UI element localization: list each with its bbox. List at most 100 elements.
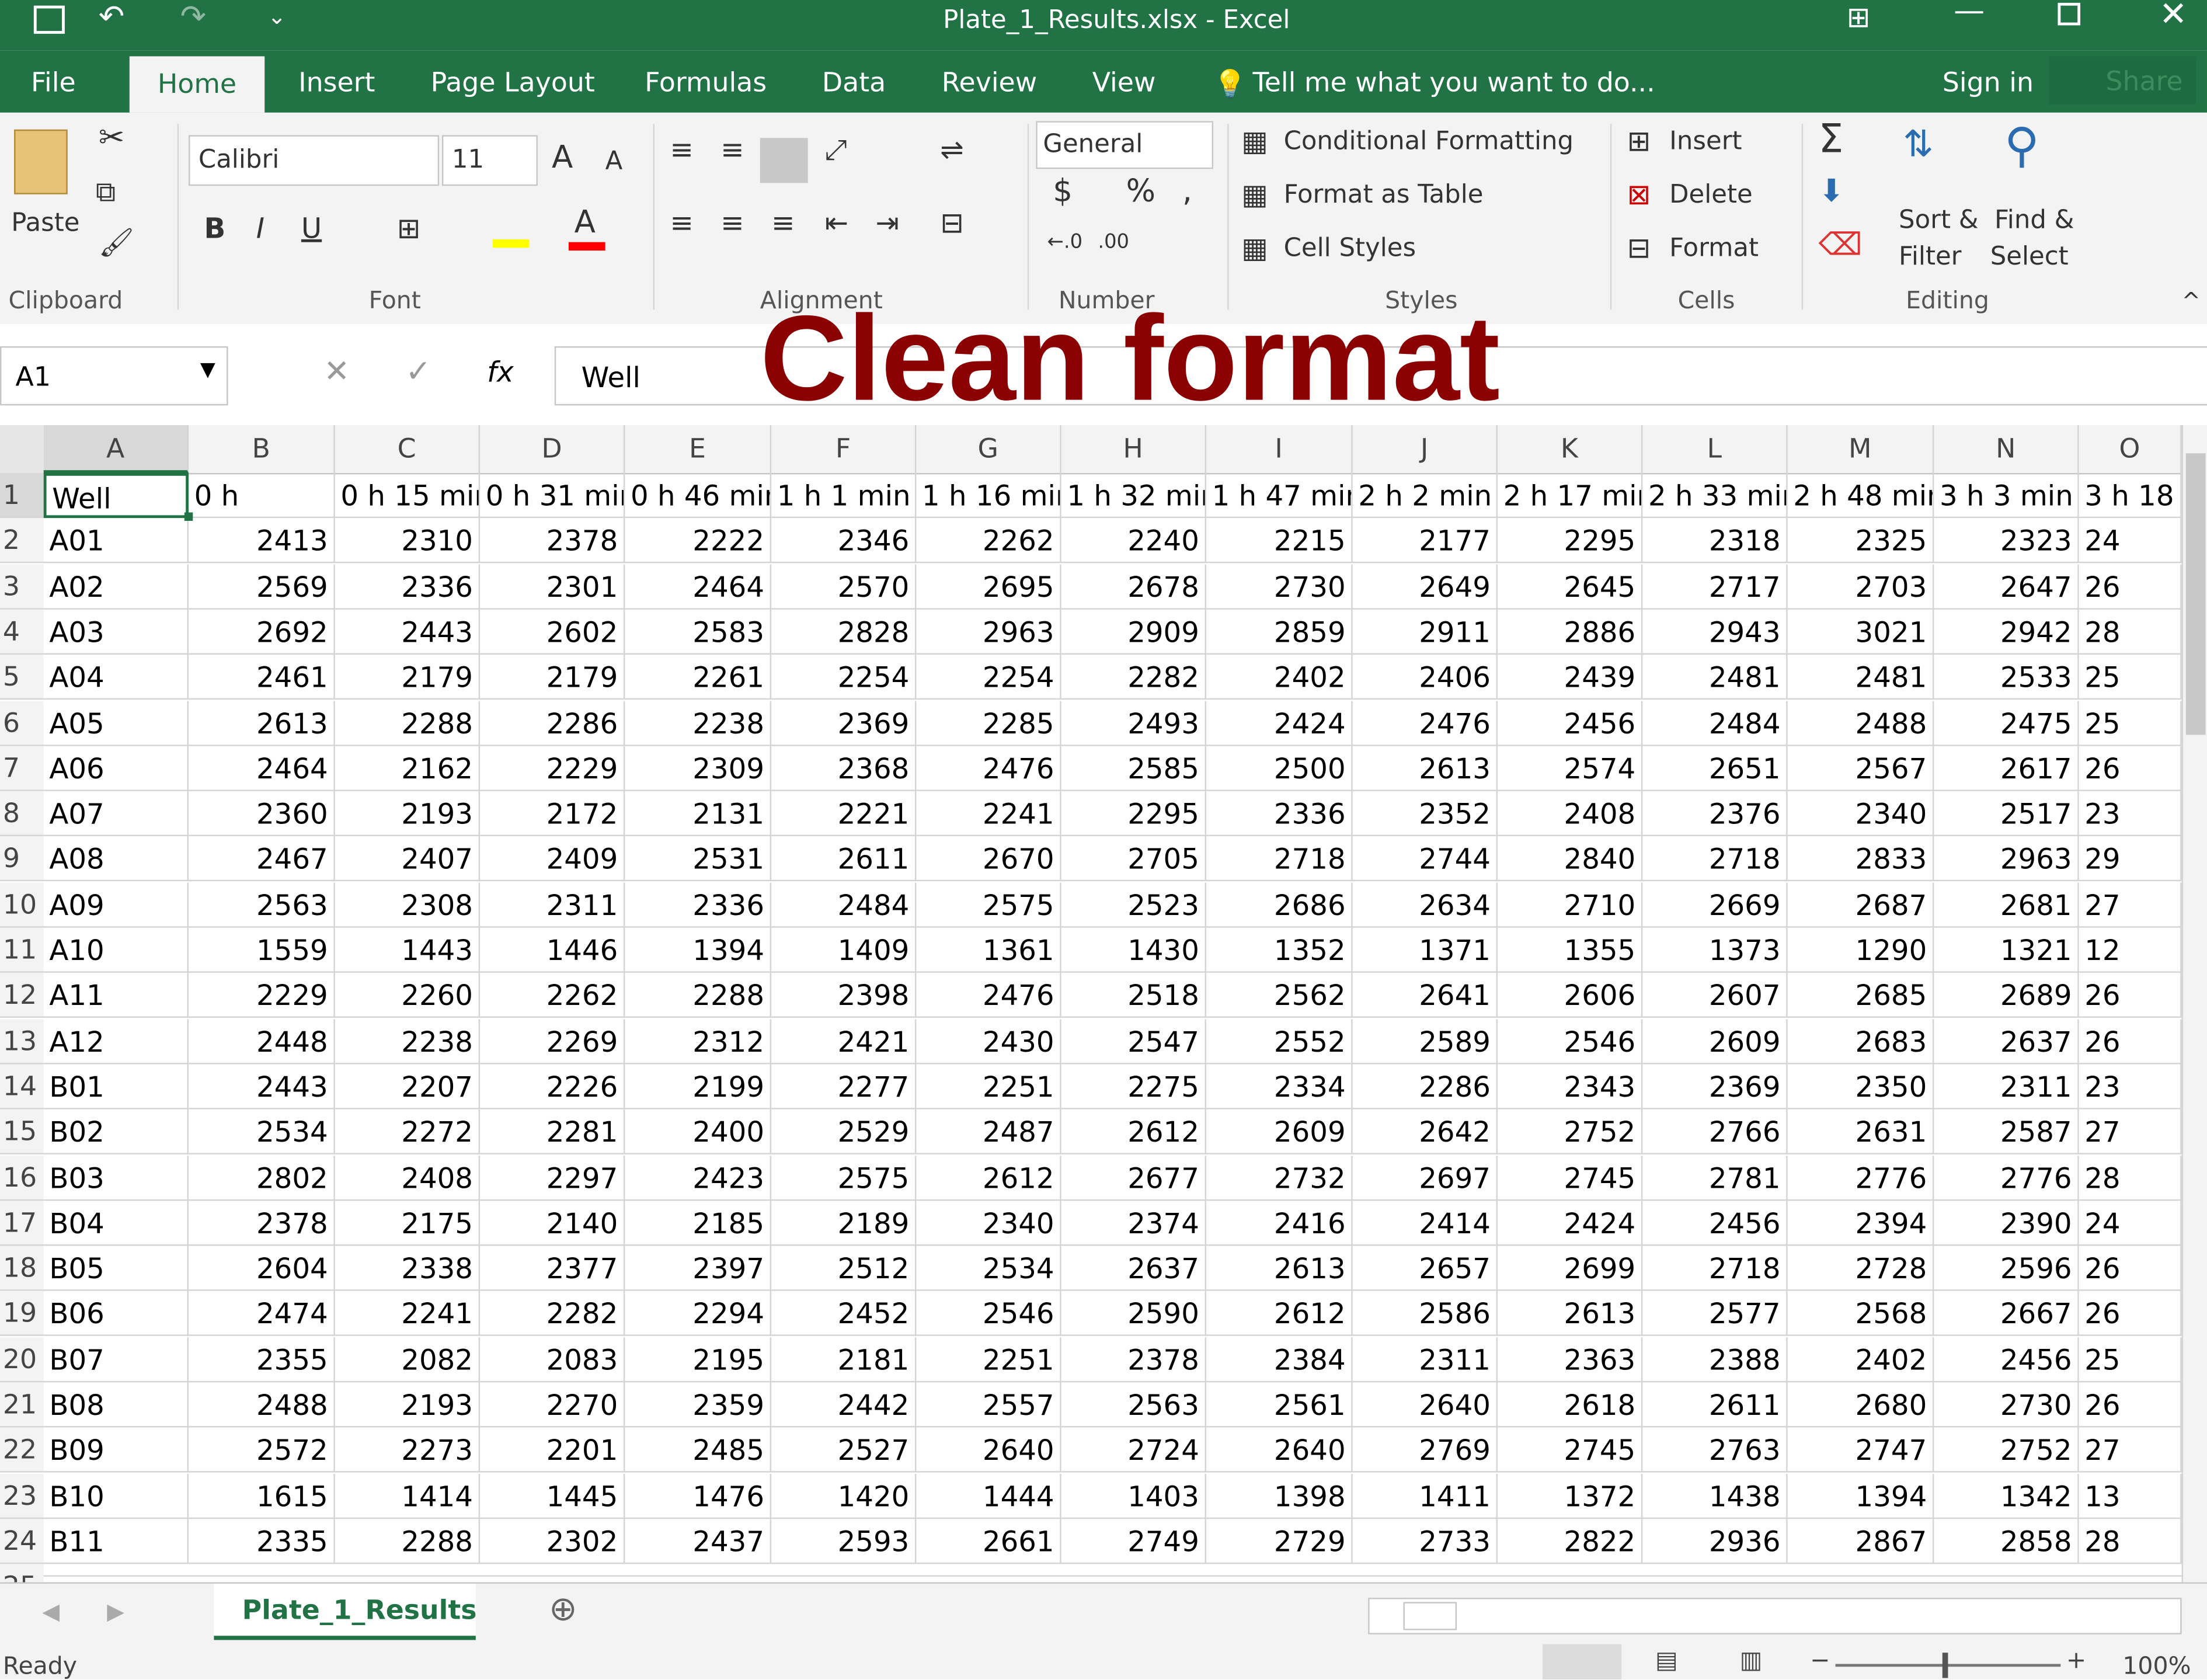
cell[interactable]: 2334 [1206,1064,1353,1109]
cell[interactable]: 27 [2079,882,2182,927]
tab-page-layout[interactable]: Page Layout [431,68,595,99]
cell[interactable]: 2484 [771,882,917,927]
quick-access-customize-icon[interactable]: ⌄ [267,3,286,30]
cell[interactable]: 2637 [1934,1018,2079,1064]
cell[interactable]: 2637 [1061,1246,1206,1291]
cell[interactable]: 2640 [1206,1428,1353,1473]
cell[interactable]: 2527 [771,1428,917,1473]
cell[interactable]: 2277 [771,1064,917,1109]
cell[interactable]: 2378 [1061,1337,1206,1382]
cell[interactable]: B02 [43,1109,189,1155]
insert-function-icon[interactable]: fx [487,354,514,388]
sort-filter-label-2[interactable]: Filter [1899,242,1961,272]
increase-font-icon[interactable]: A [552,141,573,176]
cell[interactable]: 2488 [1787,700,1934,746]
cell[interactable]: 2238 [335,1018,481,1064]
cell[interactable]: 2343 [1497,1064,1643,1109]
maximize-icon[interactable] [2058,2,2081,26]
cell[interactable]: 2378 [189,1200,335,1246]
cell[interactable]: 25 [2079,655,2182,700]
cell[interactable]: 2822 [1497,1518,1643,1564]
cell[interactable]: 2776 [1787,1154,1934,1201]
paste-label[interactable]: Paste [11,208,79,238]
cell[interactable]: 23 [2079,1064,2182,1109]
cell[interactable]: 2730 [1934,1382,2079,1428]
cell[interactable]: 2185 [625,1200,772,1246]
cell[interactable]: B03 [43,1154,189,1201]
row-header[interactable]: 16 [0,1154,44,1201]
cell[interactable]: 2189 [771,1200,917,1246]
cell[interactable]: 2744 [1352,836,1498,882]
cell[interactable]: 2295 [1497,518,1643,564]
cell[interactable]: 2613 [1352,746,1498,791]
h-scroll-thumb[interactable] [1403,1602,1457,1630]
find-select-label-2[interactable]: Select [1990,242,2069,272]
cell[interactable]: 2487 [916,1109,1061,1155]
fill-handle[interactable] [184,512,193,521]
cell[interactable]: 2858 [1934,1518,2079,1564]
copy-icon[interactable]: ⧉ [96,175,116,208]
cell[interactable]: 2752 [1497,1109,1643,1155]
cell[interactable]: 2569 [189,564,335,609]
active-cell[interactable]: Well [43,472,189,519]
cell[interactable]: 2645 [1497,564,1643,609]
cell[interactable]: 2590 [1061,1291,1206,1337]
cell[interactable]: 2936 [1642,1518,1788,1564]
cell[interactable]: 27 [2079,1109,2182,1155]
cell[interactable]: 2359 [625,1382,772,1428]
font-size-combo[interactable]: 11 [441,135,538,186]
find-select-icon[interactable]: ⚲ [2004,118,2039,174]
cell[interactable]: 2718 [1642,836,1788,882]
cell[interactable]: 2732 [1206,1154,1353,1201]
cell[interactable]: 2241 [916,791,1061,837]
collapse-ribbon-icon[interactable]: ^ [2182,287,2201,314]
cell[interactable]: 2943 [1642,609,1788,655]
cell[interactable]: 2229 [480,746,625,791]
cell[interactable]: 2766 [1642,1109,1788,1155]
cell[interactable]: 2456 [1497,700,1643,746]
cell[interactable]: 2531 [625,836,772,882]
align-right-icon[interactable]: ≡ [771,206,795,239]
cell[interactable]: B07 [43,1337,189,1382]
cell[interactable]: 23 [2079,791,2182,837]
cell[interactable]: 2467 [189,836,335,882]
cell[interactable]: 2 h 33 min [1642,472,1788,519]
cell[interactable]: A12 [43,1018,189,1064]
cell[interactable]: 2269 [480,1018,625,1064]
cell[interactable]: 2640 [1352,1382,1498,1428]
cell[interactable]: 2678 [1061,564,1206,609]
cell[interactable]: 2311 [480,882,625,927]
cell[interactable]: 1371 [1352,927,1498,973]
zoom-level[interactable]: 100% [2122,1653,2191,1679]
cell[interactable]: 2611 [771,836,917,882]
cell[interactable]: 2942 [1934,609,2079,655]
cell[interactable]: 1355 [1497,927,1643,973]
cell[interactable]: 2311 [1934,1064,2079,1109]
cell[interactable]: 2238 [625,700,772,746]
cell[interactable]: 2493 [1061,700,1206,746]
cell[interactable]: 2575 [771,1154,917,1201]
cell[interactable]: 2461 [189,655,335,700]
cell[interactable]: A11 [43,973,189,1018]
cell[interactable]: 2585 [1061,746,1206,791]
cell[interactable]: 29 [2079,836,2182,882]
cell-styles-button[interactable]: Cell Styles [1284,234,1416,263]
cell[interactable]: 2407 [335,836,481,882]
cell[interactable]: 2475 [1934,700,2079,746]
cell[interactable]: 2350 [1787,1064,1934,1109]
cell[interactable]: 2262 [916,518,1061,564]
cell[interactable]: 2363 [1497,1337,1643,1382]
cell[interactable]: 2282 [1061,655,1206,700]
cell[interactable]: 25 [2079,1337,2182,1382]
cell[interactable]: 2749 [1061,1518,1206,1564]
tab-view[interactable]: View [1092,68,1156,99]
cell[interactable]: 2 h 2 min [1352,472,1498,519]
cell[interactable]: 2416 [1206,1200,1353,1246]
cell[interactable]: 2634 [1352,882,1498,927]
decrease-indent-icon[interactable]: ⇤ [825,206,848,239]
row-header[interactable]: 22 [0,1428,44,1473]
cell[interactable]: 2613 [1206,1246,1353,1291]
delete-cells-button[interactable]: Delete [1669,180,1753,210]
borders-icon[interactable]: ⊞ [397,211,420,245]
cell[interactable]: 2476 [916,746,1061,791]
